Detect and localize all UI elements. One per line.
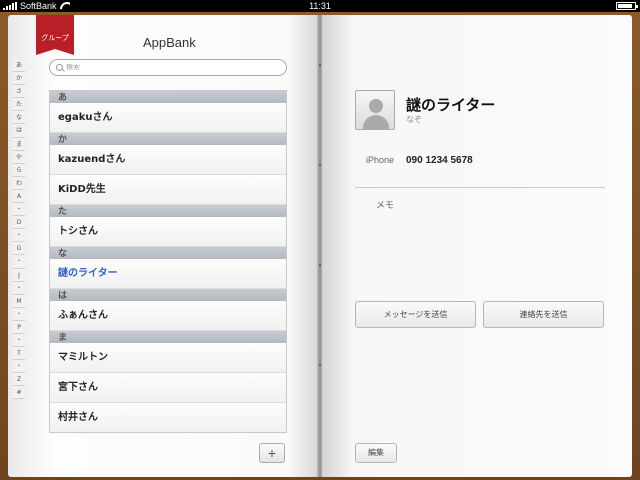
person-icon-head xyxy=(369,99,383,113)
contact-row[interactable]: トシさん xyxy=(50,217,286,247)
phone-label: iPhone xyxy=(366,155,395,165)
section-index[interactable]: あかさたなはまやらわ A ・ D ・ G ・ J ・ M ・ P ・ T ・ Z # xyxy=(13,59,25,400)
section-header: た xyxy=(50,205,286,217)
divider xyxy=(355,187,605,188)
contact-row[interactable]: 謎のライター xyxy=(50,259,286,289)
contact-row[interactable]: 宮下さん xyxy=(50,373,286,403)
section-header: あ xyxy=(50,91,286,103)
index-letter[interactable]: D xyxy=(13,216,25,230)
groups-ribbon-button[interactable]: グループ xyxy=(36,15,74,55)
index-letter[interactable]: ・ xyxy=(13,281,25,295)
index-letter[interactable]: M xyxy=(13,294,25,308)
index-letter[interactable]: # xyxy=(13,386,25,400)
contact-list-page: グループ AppBank あかさたなはまやらわ A ・ D ・ G ・ J ・ M ・ P ・ T ・ Z # … xyxy=(8,15,318,477)
index-letter[interactable]: か xyxy=(13,72,25,86)
book-frame: グループ AppBank あかさたなはまやらわ A ・ D ・ G ・ J ・ M ・ P ・ T ・ Z # … xyxy=(0,12,640,480)
contact-row[interactable]: kazuendさん xyxy=(50,145,286,175)
contact-avatar[interactable] xyxy=(355,90,395,130)
contact-row[interactable]: マミルトン xyxy=(50,343,286,373)
index-letter[interactable]: ・ xyxy=(13,333,25,348)
spine-stitch xyxy=(319,264,321,266)
status-time: 11:31 xyxy=(309,1,331,11)
edit-button[interactable]: 編集 xyxy=(355,443,397,463)
phone-number[interactable]: 090 1234 5678 xyxy=(406,155,473,166)
contact-row[interactable]: 村井さん xyxy=(50,403,286,432)
spine-stitch xyxy=(319,364,321,366)
index-letter[interactable]: さ xyxy=(13,85,25,99)
index-letter[interactable]: ら xyxy=(13,163,25,177)
index-letter[interactable]: た xyxy=(13,98,25,112)
contact-row[interactable]: egakuさん xyxy=(50,103,286,133)
spine-stitch xyxy=(319,64,321,66)
index-letter[interactable]: あ xyxy=(13,59,25,73)
index-letter[interactable]: G xyxy=(13,242,25,256)
search-input[interactable] xyxy=(66,64,266,71)
memo-label: メモ xyxy=(376,201,395,211)
contact-reading: なぞ xyxy=(406,115,422,124)
index-letter[interactable]: ・ xyxy=(13,360,25,374)
person-icon-body xyxy=(363,115,389,129)
battery-icon xyxy=(616,2,638,10)
section-header: な xyxy=(50,247,286,259)
index-letter[interactable]: ・ xyxy=(13,307,25,321)
send-message-button[interactable]: メッセージを送信 xyxy=(355,301,476,328)
contact-list[interactable]: あ egakuさんか kazuendさん KiDD先生たトシさんな謎のライターはふぁん… xyxy=(49,90,287,433)
share-contact-button[interactable]: 連絡先を送信 xyxy=(483,301,604,328)
spine-stitch xyxy=(319,164,321,166)
index-letter[interactable]: は xyxy=(13,124,25,138)
index-letter[interactable]: や xyxy=(13,150,25,164)
contact-row[interactable]: ふぁんさん xyxy=(50,301,286,331)
index-letter[interactable]: P xyxy=(13,320,25,334)
contact-name: 謎のライター xyxy=(406,96,496,114)
status-bar: SoftBank 11:31 xyxy=(0,0,640,12)
section-header: か xyxy=(50,133,286,145)
index-letter[interactable]: ・ xyxy=(13,203,25,217)
search-icon xyxy=(56,64,63,71)
section-header: は xyxy=(50,289,286,301)
index-letter[interactable]: ・ xyxy=(13,255,25,269)
contact-detail-page: 謎のライター なぞ iPhone 090 1234 5678 メモ メッセージを… xyxy=(322,15,632,477)
page-title: AppBank xyxy=(143,35,196,50)
index-letter[interactable]: わ xyxy=(13,176,25,190)
index-letter[interactable]: Z xyxy=(13,373,25,387)
section-header: ま xyxy=(50,331,286,343)
search-bar[interactable] xyxy=(49,59,287,76)
index-letter[interactable]: T xyxy=(13,347,25,361)
index-letter[interactable]: ま xyxy=(13,137,25,151)
battery-fill xyxy=(618,4,633,8)
index-letter[interactable]: J xyxy=(13,268,25,282)
contact-row[interactable]: KiDD先生 xyxy=(50,175,286,205)
add-contact-button[interactable]: + xyxy=(259,443,285,463)
index-letter[interactable]: A xyxy=(13,189,25,204)
index-letter[interactable]: ・ xyxy=(13,229,25,243)
index-letter[interactable]: な xyxy=(13,111,25,125)
